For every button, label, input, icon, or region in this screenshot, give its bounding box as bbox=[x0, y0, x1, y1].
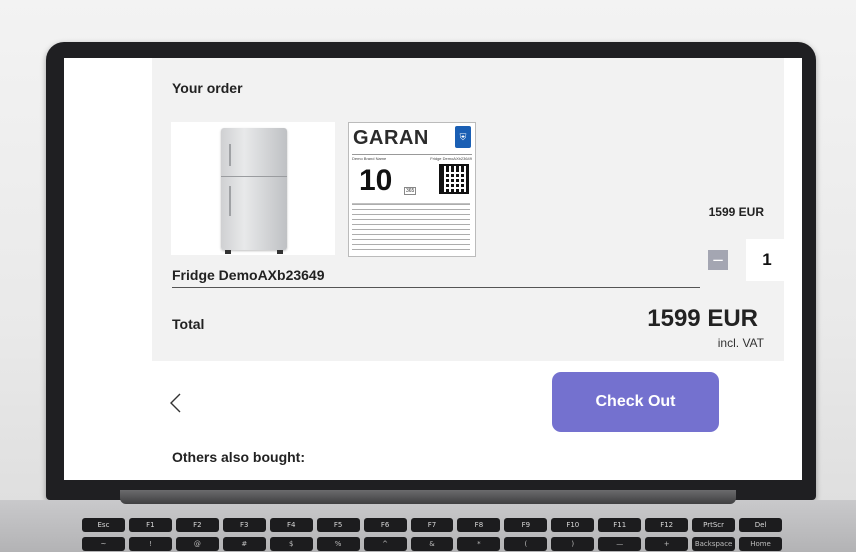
product-name: Fridge DemoAXb23649 bbox=[172, 267, 325, 283]
key: $ bbox=[269, 537, 313, 551]
warranty-label-image: GARAN ⛨ Demo Brand Name Fridge DemoAXb23… bbox=[348, 122, 476, 257]
key: F7 bbox=[410, 518, 454, 532]
key: @ bbox=[175, 537, 219, 551]
warranty-fineprint bbox=[352, 203, 470, 252]
chevron-left-icon bbox=[170, 393, 181, 413]
key: F11 bbox=[598, 518, 642, 532]
key: ! bbox=[128, 537, 172, 551]
total-amount: 1599 EUR bbox=[647, 305, 758, 332]
keyboard: Esc F1 F2 F3 F4 F5 F6 F7 F8 F9 F10 F11 F… bbox=[82, 518, 782, 552]
back-button[interactable] bbox=[168, 391, 184, 415]
key: % bbox=[316, 537, 360, 551]
key: F12 bbox=[645, 518, 689, 532]
warranty-model-field: Fridge DemoAXb23649 bbox=[430, 156, 472, 161]
key: F2 bbox=[175, 518, 219, 532]
key: F4 bbox=[269, 518, 313, 532]
key: F3 bbox=[222, 518, 266, 532]
divider bbox=[172, 287, 700, 288]
quantity-decrease-button[interactable]: − bbox=[708, 250, 728, 270]
key: F8 bbox=[457, 518, 501, 532]
key: F10 bbox=[551, 518, 595, 532]
key: & bbox=[410, 537, 454, 551]
qr-code-icon bbox=[439, 164, 469, 194]
key: Esc bbox=[82, 518, 125, 532]
warranty-brand: GARAN bbox=[353, 127, 429, 149]
key: ~ bbox=[82, 537, 125, 551]
order-panel: Your order GARAN ⛨ Demo Brand Name Fridg… bbox=[152, 58, 788, 361]
product-image bbox=[171, 122, 335, 255]
quantity-value[interactable]: 1 bbox=[746, 239, 788, 281]
key: PrtScr bbox=[692, 518, 736, 532]
warranty-meta: Demo Brand Name Fridge DemoAXb23649 bbox=[352, 154, 472, 161]
order-title: Your order bbox=[172, 80, 243, 96]
unit-price: 1599 EUR bbox=[708, 205, 764, 219]
checkout-button[interactable]: Check Out bbox=[552, 372, 719, 432]
key: ) bbox=[551, 537, 595, 551]
warranty-years: 10 bbox=[359, 164, 393, 197]
total-vat-note: incl. VAT bbox=[717, 336, 764, 350]
warranty-brand-name-field: Demo Brand Name bbox=[352, 156, 387, 161]
total-label: Total bbox=[172, 316, 205, 332]
key: F5 bbox=[316, 518, 360, 532]
key: * bbox=[457, 537, 501, 551]
key: F9 bbox=[504, 518, 548, 532]
others-also-bought-title: Others also bought: bbox=[172, 449, 305, 465]
shield-icon: ⛨ bbox=[455, 126, 471, 148]
key: F1 bbox=[128, 518, 172, 532]
warranty-days: 365 bbox=[404, 187, 417, 195]
fridge-image bbox=[221, 128, 287, 254]
key: ( bbox=[504, 537, 548, 551]
laptop-hinge bbox=[120, 490, 736, 504]
key: Backspace bbox=[692, 537, 736, 551]
key: + bbox=[645, 537, 689, 551]
key: Del bbox=[739, 518, 782, 532]
key: ^ bbox=[363, 537, 407, 551]
key: Home bbox=[739, 537, 782, 551]
key: F6 bbox=[363, 518, 407, 532]
laptop-screen: Your order GARAN ⛨ Demo Brand Name Fridg… bbox=[64, 58, 802, 480]
key: — bbox=[598, 537, 642, 551]
key: # bbox=[222, 537, 266, 551]
